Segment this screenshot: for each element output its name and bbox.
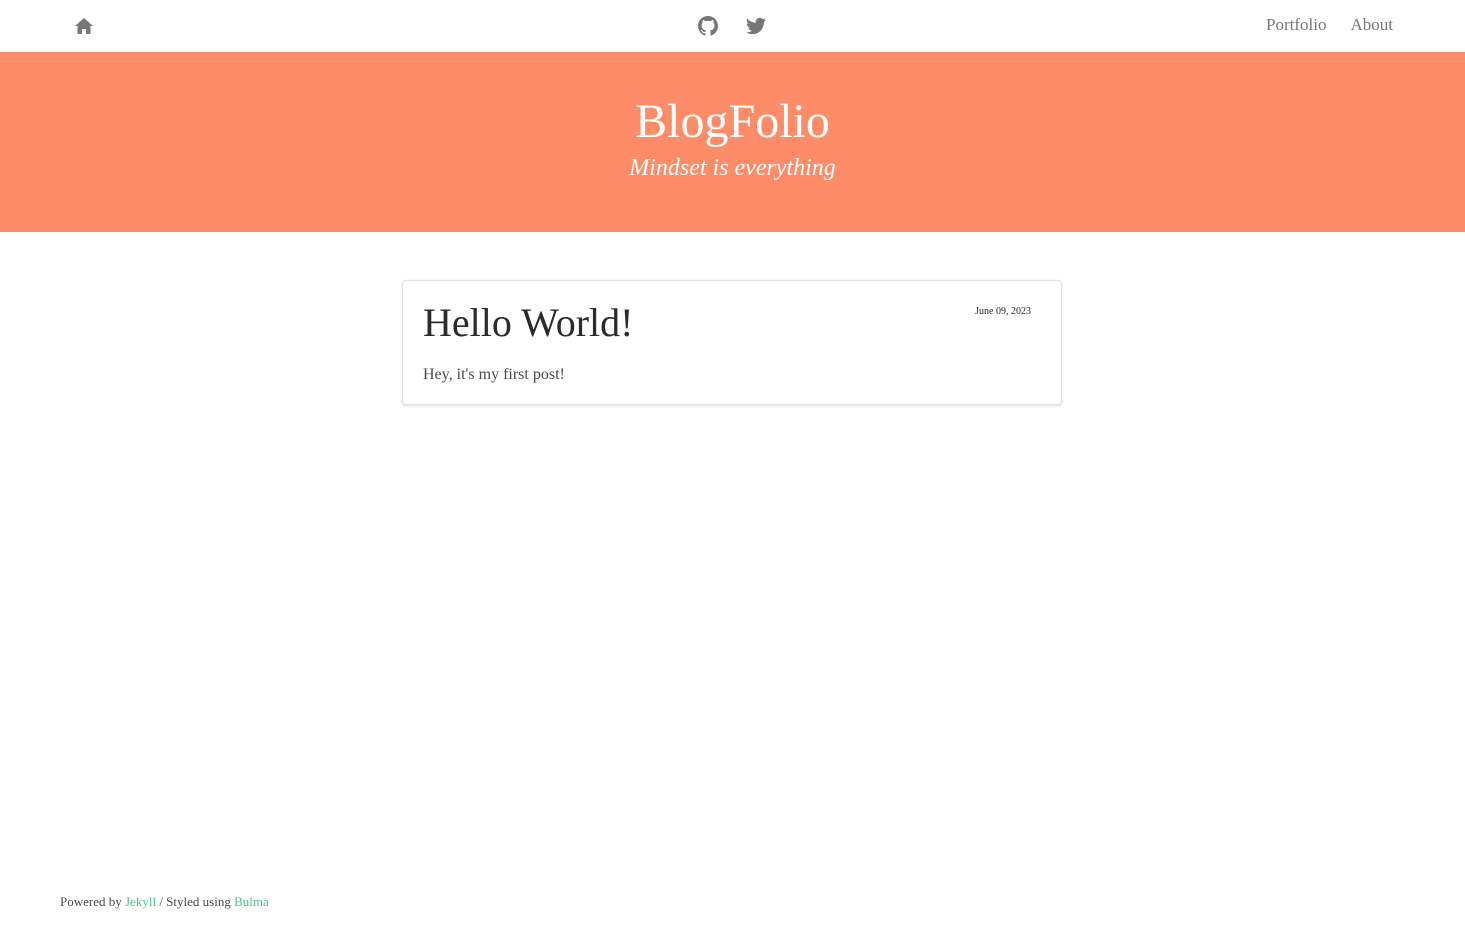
- footer: Powered by Jekyll / Styled using Bulma: [60, 893, 269, 911]
- site-title: BlogFolio: [635, 95, 830, 148]
- footer-powered-by: Powered by: [60, 894, 125, 909]
- nav-links: Portfolio About: [1266, 14, 1393, 36]
- social-links: [698, 16, 766, 36]
- nav-link-about[interactable]: About: [1351, 14, 1394, 36]
- post-card: Hello World! June 09, 2023 Hey, it's my …: [402, 280, 1062, 405]
- footer-bulma-link[interactable]: Bulma: [234, 894, 269, 909]
- twitter-icon[interactable]: [746, 16, 766, 36]
- site-subtitle: Mindset is everything: [629, 155, 836, 181]
- navbar: Portfolio About: [0, 0, 1465, 52]
- post-date: June 09, 2023: [975, 306, 1031, 317]
- post-title[interactable]: Hello World!: [423, 299, 633, 347]
- post-excerpt: Hey, it's my first post!: [423, 366, 565, 383]
- nav-link-portfolio[interactable]: Portfolio: [1266, 14, 1326, 36]
- footer-jekyll-link[interactable]: Jekyll: [125, 894, 156, 909]
- github-icon[interactable]: [698, 16, 718, 36]
- home-icon[interactable]: [74, 17, 94, 35]
- footer-separator: / Styled using: [156, 894, 235, 909]
- hero-banner: BlogFolio Mindset is everything: [0, 52, 1465, 232]
